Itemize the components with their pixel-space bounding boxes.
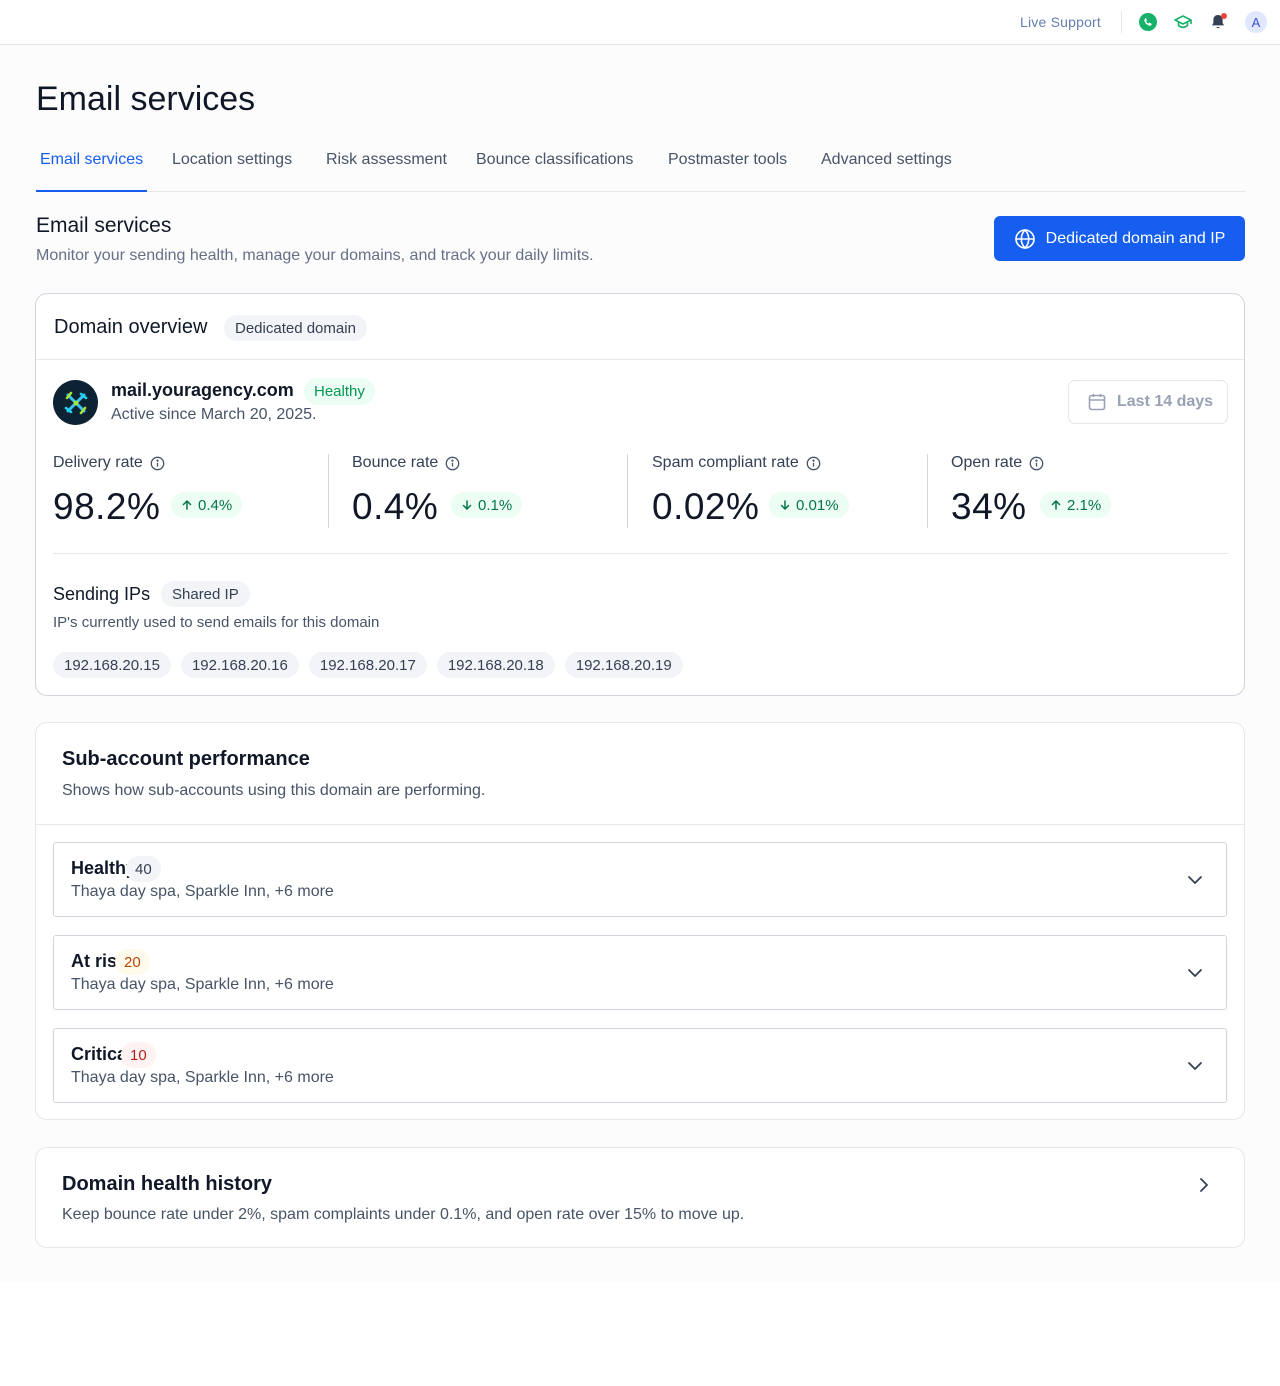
tab-advanced-settings[interactable]: Advanced settings [817,151,956,192]
domain-overview-card: Domain overview Dedicated domain mail.yo… [35,293,1245,696]
divider [36,824,1244,825]
metric-label-text: Delivery rate [53,454,143,471]
section-title: Email services [36,214,172,237]
metric-delta-badge: 0.1% [451,492,523,518]
info-icon[interactable] [445,456,460,471]
graduation-cap-icon[interactable] [1173,12,1193,32]
sending-ips-description: IP's currently used to send emails for t… [53,614,380,631]
domain-status-badge: Healthy [304,378,375,405]
tab-bounce-classifications[interactable]: Bounce classifications [472,151,637,192]
calendar-icon [1087,392,1107,412]
sub-account-description: Shows how sub-accounts using this domain… [62,782,486,799]
section-description: Monitor your sending health, manage your… [36,247,594,264]
metric-label: Spam compliant rate [652,454,821,472]
accordion-critical[interactable]: Critical 10 Thaya day spa, Sparkle Inn, … [53,1028,1227,1103]
metric-bounce-rate: Bounce rate 0.4% 0.1% [352,454,632,528]
metric-delta-badge: 0.01% [769,492,849,518]
metric-divider [328,454,329,528]
tab-location-settings[interactable]: Location settings [168,151,296,192]
bell-icon[interactable] [1208,12,1228,32]
dedicated-domain-badge: Dedicated domain [224,315,367,341]
domain-overview-title: Domain overview [54,316,208,338]
ip-chip: 192.168.20.19 [564,652,683,678]
globe-icon [1014,228,1036,250]
metric-spam-rate: Spam compliant rate 0.02% 0.01% [652,454,932,528]
metric-value: 0.4% [352,486,439,527]
divider [53,553,1228,554]
sub-account-performance-card: Sub-account performance Shows how sub-ac… [35,722,1245,1120]
phone-icon[interactable] [1138,12,1158,32]
domain-overview-header: Domain overview Dedicated domain [36,294,1244,360]
chevron-right-icon[interactable] [1194,1175,1214,1195]
arrow-down-icon [779,499,791,511]
accordion-accounts: Thaya day spa, Sparkle Inn, +6 more [71,976,334,993]
tab-bar: Email services Location settings Risk as… [36,140,1245,192]
metric-label: Bounce rate [352,454,460,472]
metric-delivery-rate: Delivery rate 98.2% 0.4% [53,454,333,528]
domain-name: mail.youragency.com [111,380,294,400]
arrow-down-icon [461,499,473,511]
topbar-divider [1121,11,1122,33]
active-since-text: Active since March 20, 2025. [111,406,317,423]
ip-chip: 192.168.20.15 [53,652,171,678]
metric-label-text: Bounce rate [352,454,439,471]
dedicated-domain-button[interactable]: Dedicated domain and IP [994,216,1245,261]
accordion-at-risk[interactable]: At risk 20 Thaya day spa, Sparkle Inn, +… [53,935,1227,1010]
arrow-up-icon [181,499,193,511]
metric-delta-text: 0.01% [796,496,839,514]
tab-email-services[interactable]: Email services [36,151,148,192]
count-badge: 10 [121,1042,156,1068]
chevron-down-icon[interactable] [1185,870,1205,890]
history-title: Domain health history [62,1173,273,1195]
metric-value: 34% [951,486,1027,527]
domain-logo [53,380,98,425]
chevron-down-icon[interactable] [1185,1056,1205,1076]
date-range-label: Last 14 days [1117,393,1214,410]
shared-ip-badge: Shared IP [161,581,250,607]
tab-postmaster-tools[interactable]: Postmaster tools [664,151,791,192]
metric-divider [927,454,928,528]
metric-delta-text: 2.1% [1067,496,1102,514]
chevron-down-icon[interactable] [1185,963,1205,983]
metric-open-rate: Open rate 34% 2.1% [951,454,1231,528]
metric-label: Delivery rate [53,454,165,472]
info-icon[interactable] [806,456,821,471]
live-support-link[interactable]: Live Support [1020,14,1101,30]
metric-label: Open rate [951,454,1044,472]
ip-chip: 192.168.20.17 [308,652,427,678]
count-badge: 20 [115,949,150,975]
metric-value: 98.2% [53,486,161,527]
accordion-accounts: Thaya day spa, Sparkle Inn, +6 more [71,1069,334,1086]
metric-delta-text: 0.4% [198,496,233,514]
info-icon[interactable] [1029,456,1044,471]
metric-delta-badge: 2.1% [1040,492,1112,518]
avatar[interactable]: A [1245,11,1267,33]
date-range-button[interactable]: Last 14 days [1068,380,1228,424]
ip-chip: 192.168.20.16 [180,652,299,678]
dedicated-domain-button-label: Dedicated domain and IP [1045,229,1226,247]
page-title: Email services [36,80,256,118]
history-description: Keep bounce rate under 2%, spam complain… [62,1206,745,1223]
domain-health-history-card[interactable]: Domain health history Keep bounce rate u… [35,1147,1245,1248]
metric-label-text: Spam compliant rate [652,454,799,471]
tab-risk-assessment[interactable]: Risk assessment [322,151,451,192]
sending-ips-title: Sending IPs [53,584,151,604]
accordion-accounts: Thaya day spa, Sparkle Inn, +6 more [71,883,334,900]
ip-chip: 192.168.20.18 [436,652,555,678]
accordion-healthy[interactable]: Healthy 40 Thaya day spa, Sparkle Inn, +… [53,842,1227,917]
metric-divider [627,454,628,528]
notification-dot [1221,13,1227,19]
arrow-up-icon [1050,499,1062,511]
metric-delta-text: 0.1% [478,496,513,514]
metric-delta-badge: 0.4% [171,492,243,518]
metric-label-text: Open rate [951,454,1023,471]
info-icon[interactable] [150,456,165,471]
top-bar: Live Support A [0,0,1280,45]
count-badge: 40 [126,856,161,882]
ip-list: 192.168.20.15 192.168.20.16 192.168.20.1… [53,652,683,678]
metric-value: 0.02% [652,486,760,527]
sub-account-title: Sub-account performance [62,748,310,770]
